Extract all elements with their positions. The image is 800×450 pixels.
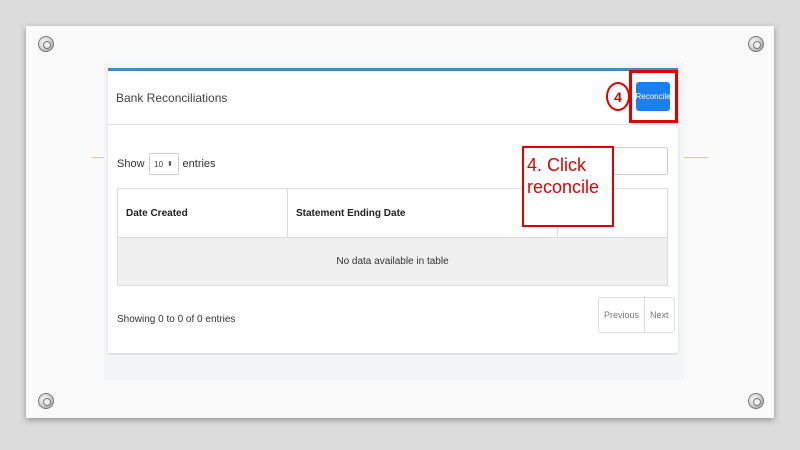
reconcile-button[interactable]: Reconcile: [635, 82, 671, 111]
column-header-statement-ending-date[interactable]: Statement Ending Date: [288, 189, 558, 237]
previous-button[interactable]: Previous: [599, 298, 644, 332]
show-label: Show: [117, 158, 145, 170]
up-down-arrows-icon: ⬍: [167, 161, 173, 168]
card-title: Bank Reconciliations: [116, 91, 228, 105]
callout-line-1: 4. Click: [527, 155, 587, 175]
top-right-screw-icon: [748, 36, 764, 52]
header-divider: [108, 124, 678, 125]
table-info-text: Showing 0 to 0 of 0 entries: [117, 314, 236, 325]
entries-select-value: 10: [154, 159, 164, 169]
top-left-screw-icon: [38, 36, 54, 52]
next-button[interactable]: Next: [645, 298, 674, 332]
entries-length-control: Show 10 ⬍ entries: [117, 153, 216, 175]
right-decorative-line: [684, 157, 708, 158]
entries-per-page-select[interactable]: 10 ⬍: [148, 153, 179, 175]
callout-line-2: reconcile: [527, 177, 600, 197]
instruction-callout: 4. Click reconcile: [522, 146, 614, 227]
column-header-date-created[interactable]: Date Created: [118, 189, 288, 237]
step-number-badge: 4: [606, 82, 630, 111]
bottom-right-screw-icon: [748, 393, 764, 409]
entries-label: entries: [182, 158, 216, 170]
pagination: Previous Next: [598, 297, 675, 333]
empty-table-message: No data available in table: [118, 238, 667, 285]
bottom-left-screw-icon: [38, 393, 54, 409]
